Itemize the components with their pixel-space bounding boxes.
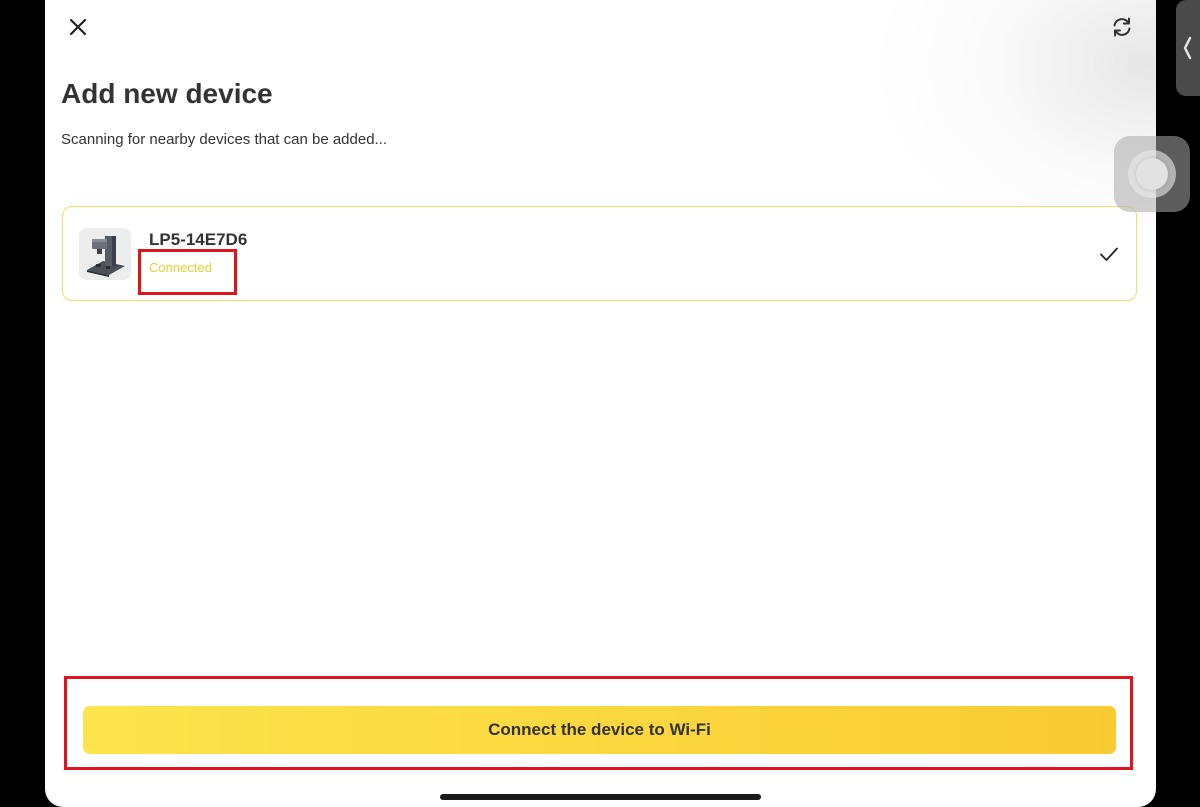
side-panel-handle[interactable] — [1176, 0, 1200, 96]
device-status-badge: Connected — [149, 260, 212, 275]
assistive-touch-button[interactable] — [1114, 136, 1190, 212]
close-button[interactable] — [63, 12, 93, 42]
scan-status-text: Scanning for nearby devices that can be … — [61, 131, 388, 148]
refresh-button[interactable] — [1108, 13, 1136, 41]
checkmark-icon — [1100, 247, 1118, 261]
home-indicator[interactable] — [440, 794, 761, 800]
device-list-item[interactable]: LP5-14E7D6 Connected — [62, 206, 1137, 301]
device-name: LP5-14E7D6 — [149, 230, 248, 249]
assistive-touch-icon — [1136, 158, 1168, 190]
app-screen: Add new device Scanning for nearby devic… — [45, 0, 1156, 807]
laser-engraver-device-image — [79, 228, 131, 280]
device-image — [79, 228, 131, 280]
refresh-icon — [1113, 17, 1131, 37]
chevron-left-icon — [1183, 36, 1192, 60]
close-icon — [69, 18, 87, 36]
connect-wifi-button[interactable]: Connect the device to Wi-Fi — [83, 706, 1116, 754]
page-title: Add new device — [61, 78, 273, 109]
